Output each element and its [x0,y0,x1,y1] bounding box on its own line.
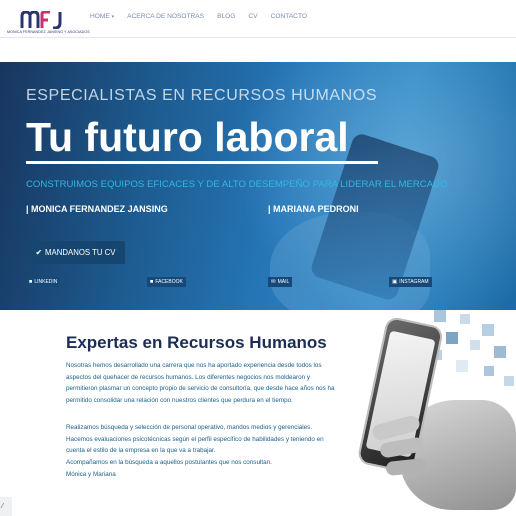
mosaic-tile [482,324,494,336]
hero-name-mariana: | MARIANA PEDRONI [268,204,359,214]
facebook-button[interactable]: ■ FACEBOOK [147,277,186,287]
about-text-line: Realizamos búsqueda y selección de perso… [66,424,313,431]
main-nav: HOME ▾ ACERCA DE NOSOTRAS BLOG CV CONTAC… [90,13,307,20]
mosaic-tile [434,310,446,322]
mosaic-tile [504,376,514,386]
about-text-line: Acompañamos en la búsqueda a aquellos po… [66,459,272,467]
about-text-line: aspectos del quehacer de recursos humano… [66,373,310,381]
nav-cv[interactable]: CV [248,13,257,20]
nav-home[interactable]: HOME ▾ [90,13,114,20]
about-signature: Mónica y Mariana [66,470,116,478]
about-text-line: permitido consolidar una relación con nu… [66,397,293,405]
nav-blog[interactable]: BLOG [217,13,235,20]
chevron-down-icon: ▾ [111,14,115,20]
instagram-label: INSTAGRAM [399,279,429,285]
logo-subtitle: MONICA FERNANDEZ JANSING Y ASOCIADOS [7,30,90,34]
mosaic-tile [460,314,470,324]
mail-label: MAIL [277,279,290,285]
send-cv-label: MANDANOS TU CV [45,248,116,257]
instagram-icon: ▣ [392,279,398,285]
hero-name-monica: | MONICA FERNANDEZ JANSING [26,204,168,214]
send-cv-button[interactable]: ✔ MANDANOS TU CV [26,241,125,264]
about-paragraph-1: Nosotras hemos desarrollado una carrera … [66,360,356,407]
about-text-line: Hacemos evaluaciones psicotécnicas según… [66,435,324,443]
linkedin-button[interactable]: ■ LINKEDIN [26,277,61,287]
hero-tagline: CONSTRUIMOS EQUIPOS EFICACES Y DE ALTO D… [26,179,448,190]
hero-title-underline [26,161,378,164]
nav-contacto[interactable]: CONTACTO [271,13,307,20]
facebook-icon: ■ [150,279,154,285]
hero-subtitle: ESPECIALISTAS EN RECURSOS HUMANOS [26,87,378,104]
corner-widget[interactable]: ⁄ [0,497,12,516]
about-title: Expertas en Recursos Humanos [66,333,327,352]
top-navbar: MONICA FERNANDEZ JANSING Y ASOCIADOS HOM… [0,0,516,38]
mail-icon: ✉ [271,279,276,285]
mail-button[interactable]: ✉ MAIL [268,277,293,287]
about-text-line: cuenta el estilo de la empresa en la que… [66,447,216,455]
facebook-label: FACEBOOK [155,279,183,285]
about-paragraph-2: Realizamos búsqueda y selección de perso… [66,422,356,481]
mosaic-tile [494,346,506,358]
linkedin-icon: ■ [29,279,33,285]
page: MONICA FERNANDEZ JANSING Y ASOCIADOS HOM… [0,0,516,516]
about-text-line: permitieron plasmar un concepto propio d… [66,385,335,393]
site-logo[interactable]: MONICA FERNANDEZ JANSING Y ASOCIADOS [6,11,90,37]
instagram-button[interactable]: ▣ INSTAGRAM [389,277,432,287]
hero-banner: ESPECIALISTAS EN RECURSOS HUMANOS Tu fut… [0,62,516,310]
linkedin-label: LINKEDIN [34,279,58,285]
nav-acerca[interactable]: ACERCA DE NOSOTRAS [127,13,204,20]
check-icon: ✔ [35,248,43,257]
mosaic-tile [484,366,494,376]
nav-home-label: HOME [90,13,110,20]
about-text-line: Nosotras hemos desarrollado una carrera … [66,362,322,369]
hero-title: Tu futuro laboral [26,114,349,160]
logo-mark [20,11,62,29]
